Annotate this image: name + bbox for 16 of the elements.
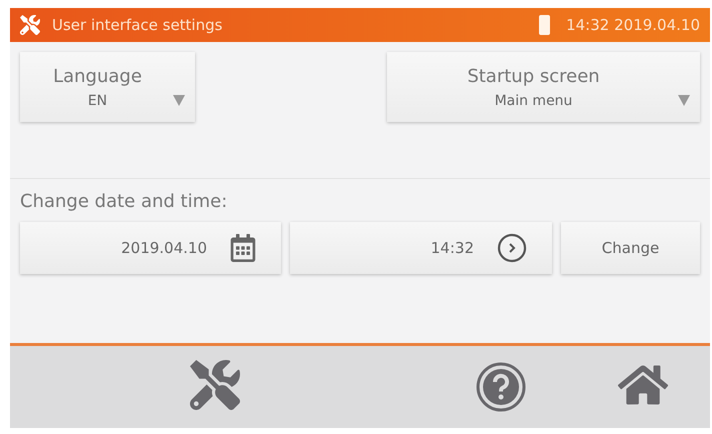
- caret-icon: [173, 94, 185, 106]
- tools-icon: [20, 15, 40, 35]
- change-button[interactable]: Change: [561, 222, 700, 274]
- tools-icon[interactable]: [190, 360, 240, 410]
- calendar-icon: [229, 234, 257, 262]
- clock-icon: [496, 232, 528, 264]
- battery-icon: [539, 15, 550, 35]
- date-field[interactable]: 2019.04.10: [20, 222, 281, 274]
- dropdown[interactable]: Language EN: [20, 52, 195, 122]
- help-icon[interactable]: [476, 362, 526, 412]
- caret-icon: [678, 94, 690, 106]
- time-field[interactable]: 14:32: [290, 222, 552, 274]
- dropdown[interactable]: Startup screen Main menu: [387, 52, 700, 122]
- clock-time: 14:32 2019.04.10: [566, 16, 700, 34]
- section-label: Change date and time:: [20, 191, 228, 212]
- window-title: User interface settings: [52, 16, 224, 34]
